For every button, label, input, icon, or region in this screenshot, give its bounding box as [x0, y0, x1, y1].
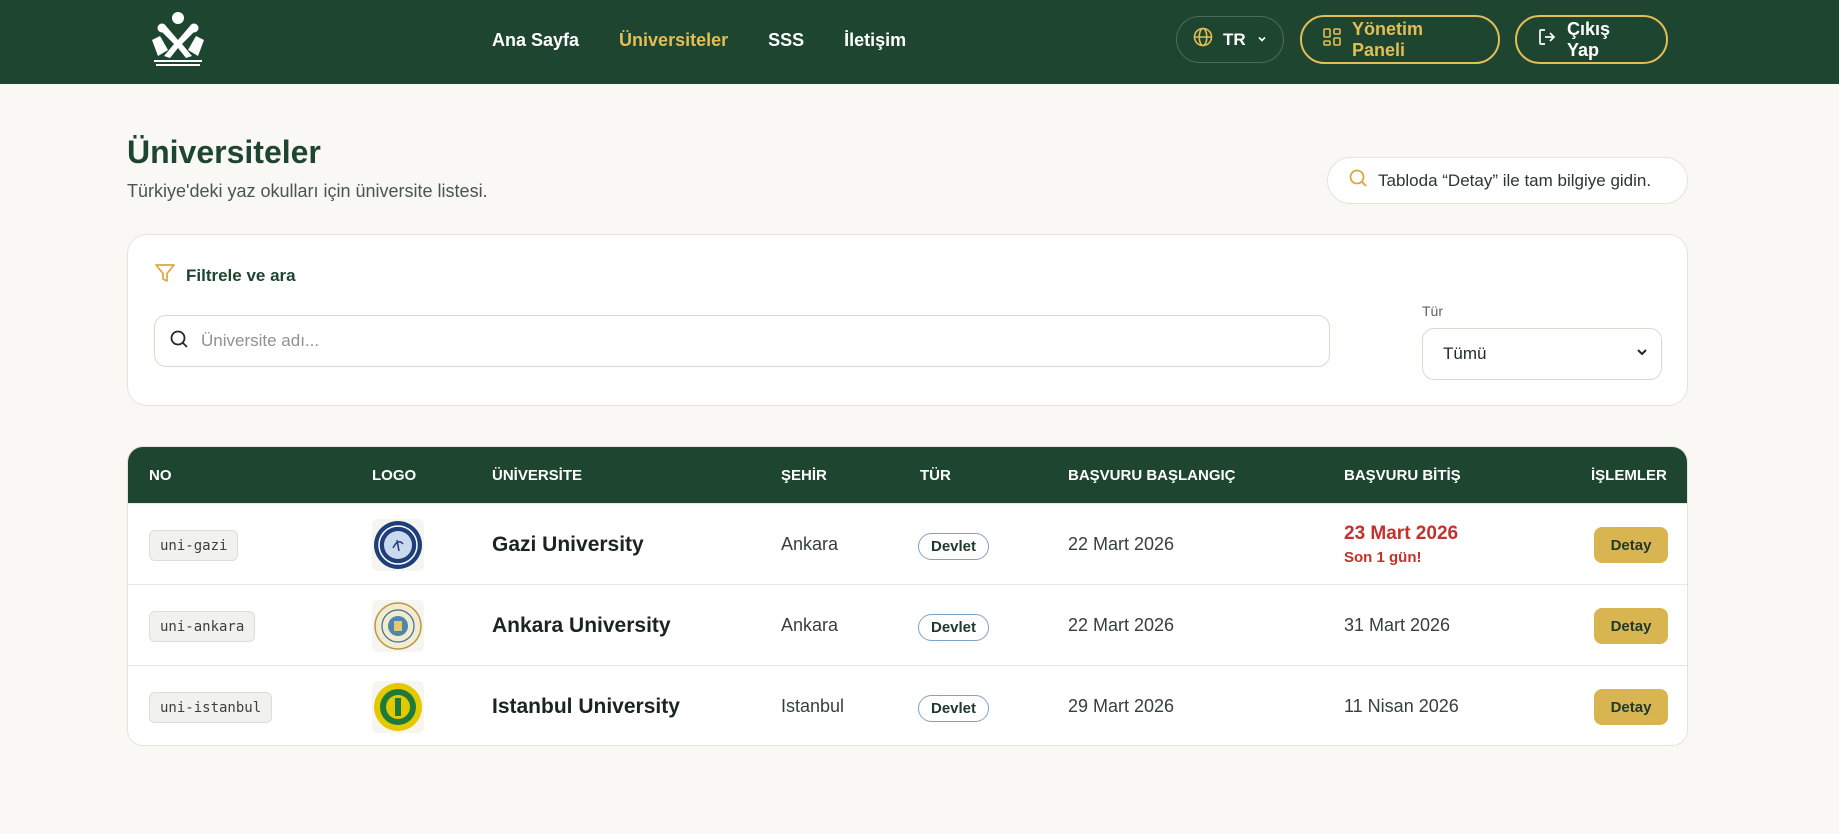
table-row: uni-istanbul Istanbul University Istanbu… — [128, 665, 1687, 745]
university-logo — [372, 681, 424, 733]
column-header-start: BAŞVURU BAŞLANGIÇ — [1068, 467, 1236, 484]
university-city: Ankara — [781, 615, 839, 635]
search-icon — [1348, 168, 1368, 193]
universities-table: NO LOGO ÜNİVERSİTE ŞEHİR TÜR BAŞVURU BAŞ… — [127, 446, 1688, 746]
application-start: 22 Mart 2026 — [1068, 615, 1175, 635]
detail-button[interactable]: Detay — [1594, 527, 1668, 563]
logout-button[interactable]: Çıkış Yap — [1515, 15, 1668, 64]
table-header: NO LOGO ÜNİVERSİTE ŞEHİR TÜR BAŞVURU BAŞ… — [128, 447, 1687, 503]
nav-faq[interactable]: SSS — [768, 30, 804, 51]
detail-button[interactable]: Detay — [1594, 608, 1668, 644]
type-filter-label: Tür — [1422, 303, 1443, 319]
hint-pill: Tabloda “Detay” ile tam bilgiye gidin. — [1327, 157, 1688, 204]
university-code: uni-gazi — [149, 530, 239, 561]
university-code: uni-istanbul — [149, 692, 273, 723]
language-code: TR — [1223, 29, 1246, 49]
column-header-city: ŞEHİR — [781, 467, 827, 484]
dashboard-icon — [1322, 27, 1342, 52]
logout-label: Çıkış Yap — [1567, 18, 1611, 60]
university-search[interactable] — [154, 315, 1330, 367]
detail-button[interactable]: Detay — [1594, 689, 1668, 725]
column-header-logo: LOGO — [372, 467, 417, 484]
university-logo — [372, 519, 424, 571]
type-badge: Devlet — [918, 614, 990, 641]
column-header-end: BAŞVURU BİTİŞ — [1344, 467, 1461, 484]
filter-card: Filtrele ve ara Tür Tümü — [127, 234, 1688, 406]
column-header-university: ÜNİVERSİTE — [492, 467, 583, 484]
type-select[interactable]: Tümü — [1422, 328, 1662, 380]
column-header-type: TÜR — [920, 467, 951, 484]
university-city: Istanbul — [781, 696, 845, 716]
application-start: 29 Mart 2026 — [1068, 696, 1175, 716]
admin-panel-button[interactable]: Yönetim Paneli — [1300, 15, 1500, 64]
filter-icon — [154, 262, 176, 289]
table-row: uni-gazi Gazi University Ankara Devlet 2… — [128, 503, 1687, 584]
admin-panel-label: Yönetim Paneli — [1352, 18, 1424, 60]
application-start: 22 Mart 2026 — [1068, 534, 1175, 554]
chevron-down-icon — [1256, 30, 1268, 50]
page-title: Üniversiteler — [127, 134, 321, 170]
globe-icon — [1193, 27, 1213, 52]
column-header-actions: İŞLEMLER — [1591, 467, 1667, 484]
column-header-no: NO — [149, 467, 172, 484]
university-name: Gazi University — [492, 533, 644, 556]
nav-home[interactable]: Ana Sayfa — [492, 30, 579, 51]
nav-contact[interactable]: İletişim — [844, 30, 906, 51]
type-badge: Devlet — [918, 533, 990, 560]
deadline-warning: Son 1 gün! — [1344, 549, 1422, 566]
filter-title: Filtrele ve ara — [186, 265, 296, 285]
main-nav: Ana Sayfa Üniversiteler SSS İletişim — [492, 0, 906, 80]
university-city: Ankara — [781, 534, 839, 554]
chevron-down-icon — [1635, 344, 1649, 364]
page-subtitle: Türkiye'deki yaz okulları için üniversit… — [127, 181, 488, 201]
application-end-date: 23 Mart 2026 — [1344, 523, 1459, 544]
site-logo[interactable] — [146, 10, 210, 70]
type-select-value: Tümü — [1443, 344, 1487, 363]
application-end: 11 Nisan 2026 — [1344, 696, 1459, 716]
search-input[interactable] — [201, 331, 1301, 351]
university-name: Istanbul University — [492, 695, 680, 718]
university-code: uni-ankara — [149, 611, 256, 642]
nav-universities[interactable]: Üniversiteler — [619, 30, 728, 51]
language-selector[interactable]: TR — [1176, 16, 1284, 63]
hint-text: Tabloda “Detay” ile tam bilgiye gidin. — [1378, 170, 1652, 190]
university-logo — [372, 600, 424, 652]
application-end: 23 Mart 2026 Son 1 gün! — [1344, 523, 1458, 566]
filter-header: Filtrele ve ara — [154, 262, 296, 289]
type-badge: Devlet — [918, 695, 990, 722]
table-row: uni-ankara Ankara University Ankara Devl… — [128, 584, 1687, 665]
application-end: 31 Mart 2026 — [1344, 615, 1451, 635]
search-icon — [169, 329, 189, 354]
top-navbar: Ana Sayfa Üniversiteler SSS İletişim TR … — [0, 0, 1839, 84]
university-name: Ankara University — [492, 614, 671, 637]
logout-icon — [1537, 27, 1557, 52]
